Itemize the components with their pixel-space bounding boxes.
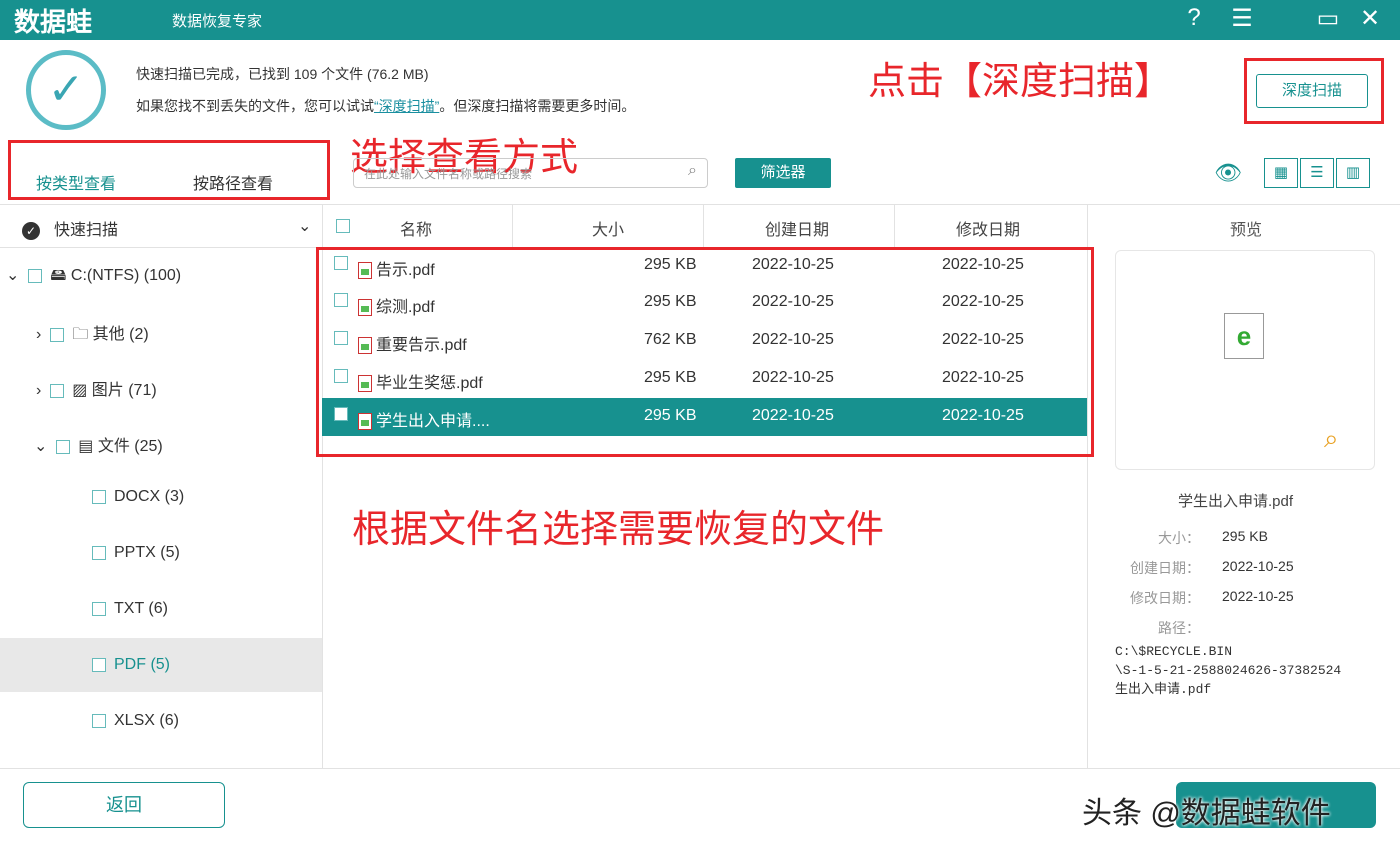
preview-box: e ⌕ (1115, 250, 1375, 470)
app-logo: 数据蛙 (14, 7, 93, 37)
annotation-select: 根据文件名选择需要恢复的文件 (352, 509, 885, 551)
menu-icon[interactable]: ☰ (1226, 4, 1258, 33)
deep-scan-link[interactable]: “深度扫描” (374, 98, 439, 114)
tree-label: 图片 (71) (91, 382, 157, 399)
chevron-down-icon[interactable]: ⌄ (298, 216, 311, 236)
size-value: 295 KB (1222, 528, 1268, 544)
check-icon: ✓ (22, 222, 40, 240)
path-label: 路径： (1158, 620, 1200, 636)
tab-by-path[interactable]: 按路径查看 (193, 170, 273, 194)
checkbox[interactable] (92, 601, 106, 616)
tree-label: 文件 (25) (97, 438, 163, 455)
created-value: 2022-10-25 (1222, 558, 1294, 574)
created-label: 创建日期： (1130, 560, 1200, 576)
checkbox[interactable] (92, 657, 106, 672)
checkbox[interactable] (56, 439, 71, 454)
scan-hint: 如果您找不到丢失的文件，您可以试试“深度扫描”。但深度扫描将需要更多时间。 (136, 96, 635, 116)
scan-complete-icon: ✓ (26, 50, 106, 130)
watermark: 头条 @数据蛙软件 (1082, 797, 1331, 830)
annotation-deep: 点击【深度扫描】 (868, 61, 1173, 103)
deep-scan-button[interactable]: 深度扫描 (1256, 74, 1368, 108)
divider (512, 204, 513, 247)
quick-scan-selector[interactable]: ✓ 快速扫描 (22, 216, 118, 240)
tree-label: DOCX (3) (114, 488, 185, 505)
app-subtitle: 数据恢复专家 (172, 13, 263, 30)
detail-view-icon[interactable]: ▥ (1336, 158, 1370, 188)
hint-suffix: 。但深度扫描将需要更多时间。 (439, 98, 636, 114)
file-preview-icon: e (1224, 313, 1264, 359)
checkbox[interactable] (92, 489, 106, 504)
preview-filename: 学生出入申请.pdf (1178, 493, 1294, 510)
close-icon[interactable]: ✕ (1354, 4, 1386, 33)
tree-item-other[interactable]: › 🗀 其他 (2) (36, 320, 149, 350)
column-size[interactable]: 大小 (592, 216, 624, 240)
tree-item-documents[interactable]: ⌄ ▤ 文件 (25) (34, 432, 163, 456)
back-button[interactable]: 返回 (23, 782, 225, 828)
tree-label: C:(NTFS) (100) (70, 267, 182, 284)
divider (703, 204, 704, 247)
search-input[interactable]: 在此处输入文件名称或路径搜索 ⌕ (353, 158, 708, 188)
divider (0, 247, 322, 248)
divider (0, 204, 1400, 205)
zoom-icon[interactable]: ⌕ (1324, 423, 1339, 455)
column-modified[interactable]: 修改日期 (956, 216, 1020, 240)
column-name[interactable]: 名称 (400, 216, 432, 240)
checkbox[interactable] (50, 327, 65, 342)
scan-label: 快速扫描 (54, 222, 119, 239)
search-placeholder: 在此处输入文件名称或路径搜索 (364, 167, 533, 181)
path-line: \S-1-5-21-2588024626-37382524 (1115, 663, 1342, 678)
checkbox[interactable] (92, 545, 106, 560)
tree-label: XLSX (6) (114, 712, 179, 729)
search-icon[interactable]: ⌕ (688, 162, 697, 180)
annotation-box (316, 247, 1094, 457)
select-all-checkbox[interactable] (336, 217, 358, 235)
tree-label: TXT (6) (114, 600, 168, 617)
size-label: 大小： (1158, 530, 1200, 546)
tree-item-txt[interactable]: TXT (6) (92, 600, 168, 618)
column-created[interactable]: 创建日期 (765, 216, 829, 240)
filter-button[interactable]: 筛选器 (735, 158, 831, 188)
path-line: 生出入申请.pdf (1115, 682, 1212, 697)
checkbox[interactable] (28, 268, 43, 283)
grid-view-icon[interactable]: ▦ (1264, 158, 1298, 188)
preview-title: 预览 (1230, 222, 1263, 239)
tree-item-images[interactable]: › ▨ 图片 (71) (36, 376, 157, 400)
title-bar: 数据蛙 数据恢复专家 ? ☰ ▭ ✕ (0, 0, 1400, 40)
modified-value: 2022-10-25 (1222, 588, 1294, 604)
tree-item-pdf[interactable]: PDF (5) (92, 656, 170, 674)
eye-icon[interactable]: 👁 (1214, 160, 1242, 186)
maximize-icon[interactable]: ▭ (1312, 4, 1344, 33)
path-line: C:\$RECYCLE.BIN (1115, 644, 1233, 659)
checkbox[interactable] (92, 713, 106, 728)
checkbox[interactable] (50, 383, 65, 398)
tree-label: PPTX (5) (114, 544, 180, 561)
path-value: C:\$RECYCLE.BIN \S-1-5-21-2588024626-373… (1115, 642, 1341, 699)
tree-label: 其他 (2) (92, 326, 149, 343)
tab-by-type[interactable]: 按类型查看 (36, 170, 116, 194)
modified-label: 修改日期： (1130, 590, 1200, 606)
help-icon[interactable]: ? (1178, 4, 1210, 32)
hint-prefix: 如果您找不到丢失的文件，您可以试试 (136, 98, 374, 114)
tree-label: PDF (5) (114, 656, 170, 673)
scan-summary: 快速扫描已完成，已找到 109 个文件 (76.2 MB) (136, 66, 429, 82)
tree-item-drive[interactable]: ⌄ 🖴 C:(NTFS) (100) (6, 264, 181, 291)
list-view-icon[interactable]: ☰ (1300, 158, 1334, 188)
divider (894, 204, 895, 247)
divider (0, 768, 1400, 769)
tree-item-docx[interactable]: DOCX (3) (92, 488, 184, 506)
tree-item-pptx[interactable]: PPTX (5) (92, 544, 180, 562)
tree-item-xlsx[interactable]: XLSX (6) (92, 712, 179, 730)
